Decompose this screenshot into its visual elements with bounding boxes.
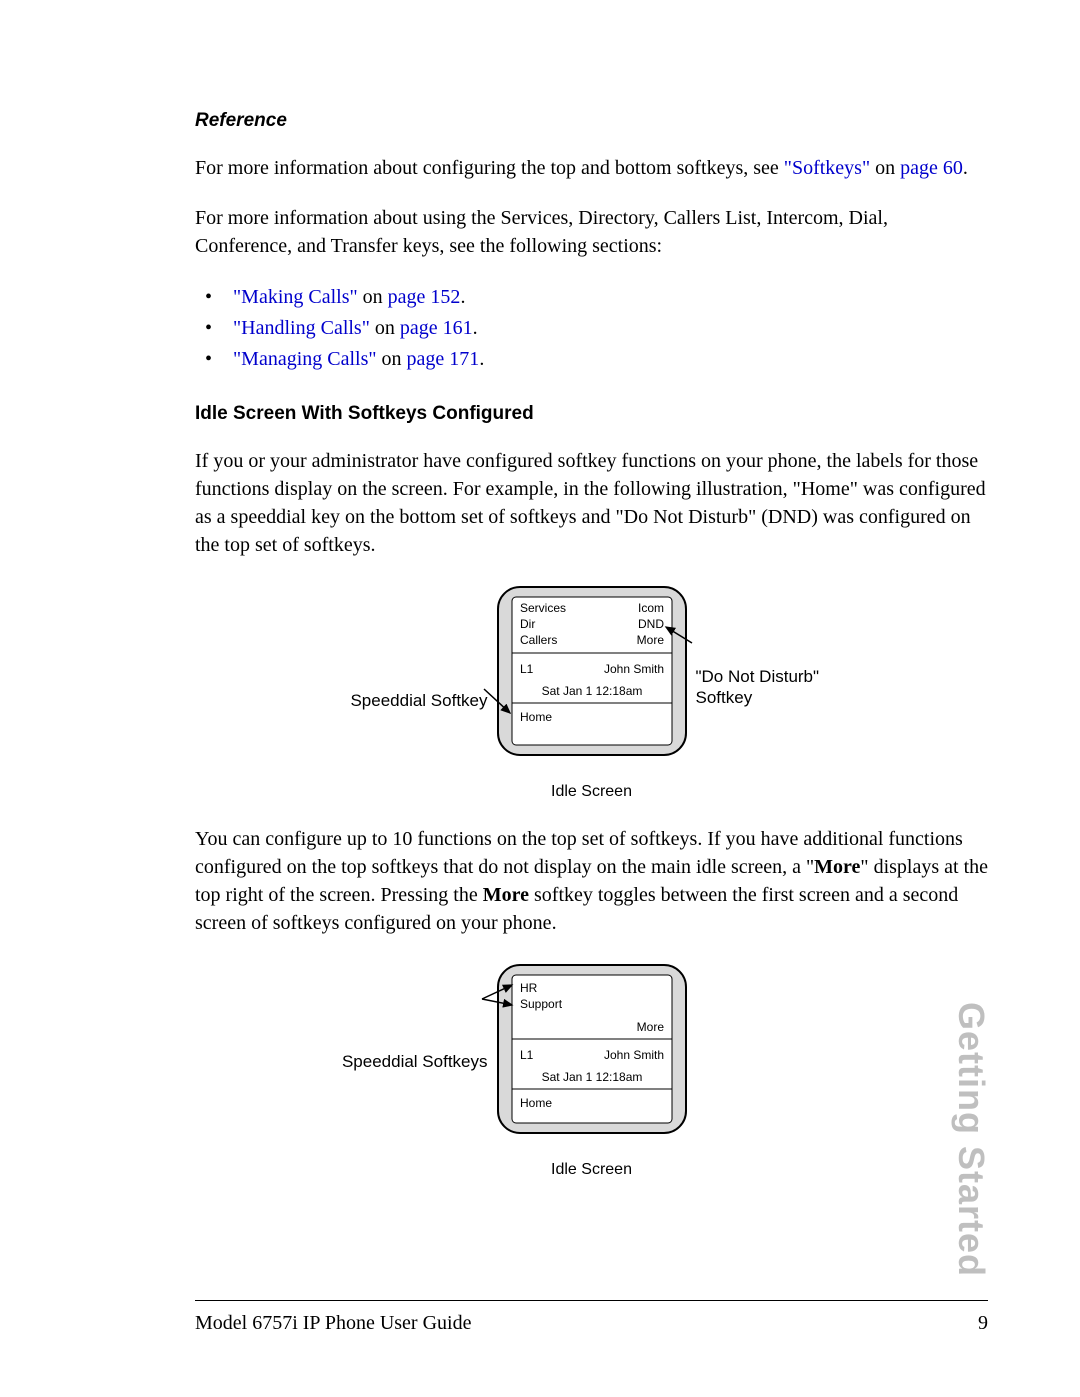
footer-rule [195, 1300, 988, 1301]
text: on [370, 317, 400, 339]
text: . [473, 317, 478, 339]
link-page-171[interactable]: page 171 [407, 348, 480, 370]
footer: Model 6757i IP Phone User Guide 9 [195, 1312, 988, 1335]
page: Reference For more information about con… [0, 0, 1080, 1397]
bullet-item: "Making Calls" on page 152. [205, 282, 988, 313]
text: Softkey [696, 688, 753, 707]
footer-title: Model 6757i IP Phone User Guide [195, 1312, 471, 1335]
bullet-item: "Handling Calls" on page 161. [205, 313, 988, 344]
footer-page-number: 9 [978, 1312, 988, 1335]
link-page-152[interactable]: page 152 [388, 286, 461, 308]
softkey-label: Support [520, 997, 563, 1011]
text: . [460, 286, 465, 308]
link-page-161[interactable]: page 161 [400, 317, 473, 339]
softkey-label: HR [520, 981, 538, 995]
figure-caption: Idle Screen [551, 1161, 632, 1179]
line-label: L1 [520, 662, 534, 676]
softkey-label: Dir [520, 617, 535, 631]
softkey-label: Callers [520, 633, 557, 647]
softkey-label: Home [520, 710, 552, 724]
reference-heading: Reference [195, 110, 988, 132]
softkey-label: Home [520, 1096, 552, 1110]
datetime: Sat Jan 1 12:18am [541, 1070, 642, 1084]
reference-para-2: For more information about using the Ser… [195, 204, 988, 260]
softkey-label: Services [520, 601, 566, 615]
softkey-label: More [636, 1020, 664, 1034]
figure-caption: Idle Screen [551, 783, 632, 801]
callout-speeddial-softkey: Speeddial Softkey [332, 690, 492, 711]
line-name: John Smith [603, 662, 663, 676]
section-heading-idle-screen: Idle Screen With Softkeys Configured [195, 403, 988, 425]
datetime: Sat Jan 1 12:18am [541, 684, 642, 698]
text: For more information about configuring t… [195, 157, 784, 179]
link-page-60[interactable]: page 60 [900, 157, 963, 179]
figure-1: Speeddial Softkey Services Dir Callers I… [195, 581, 988, 801]
text: . [963, 157, 968, 179]
section3-para: You can configure up to 10 functions on … [195, 825, 988, 937]
link-softkeys[interactable]: "Softkeys" [784, 157, 870, 179]
section2-para-1: If you or your administrator have config… [195, 447, 988, 559]
link-making-calls[interactable]: "Making Calls" [233, 286, 358, 308]
reference-para-1: For more information about configuring t… [195, 154, 988, 182]
line-label: L1 [520, 1048, 534, 1062]
phone-screen-icon: HR Support More L1 John Smith Sat Jan 1 … [492, 959, 692, 1151]
side-tab-getting-started: Getting Started [950, 1002, 992, 1277]
text: "Do Not Disturb" [696, 667, 820, 686]
softkey-label: DND [638, 617, 664, 631]
softkey-label: More [636, 633, 664, 647]
line-name: John Smith [603, 1048, 663, 1062]
figure-2: Speeddial Softkeys HR Support More L1 Jo… [195, 959, 988, 1179]
link-managing-calls[interactable]: "Managing Calls" [233, 348, 377, 370]
bold-more: More [814, 856, 860, 878]
text: on [870, 157, 900, 179]
text: . [479, 348, 484, 370]
phone-screen-icon: Services Dir Callers Icom DND More L1 Jo… [492, 581, 692, 773]
callout-dnd-softkey: "Do Not Disturb" Softkey [692, 666, 852, 709]
bold-more: More [483, 884, 529, 906]
text: on [358, 286, 388, 308]
softkey-label: Icom [637, 601, 663, 615]
reference-bullet-list: "Making Calls" on page 152. "Handling Ca… [205, 282, 988, 375]
text: on [377, 348, 407, 370]
callout-speeddial-softkeys: Speeddial Softkeys [322, 1051, 492, 1072]
link-handling-calls[interactable]: "Handling Calls" [233, 317, 370, 339]
bullet-item: "Managing Calls" on page 171. [205, 344, 988, 375]
